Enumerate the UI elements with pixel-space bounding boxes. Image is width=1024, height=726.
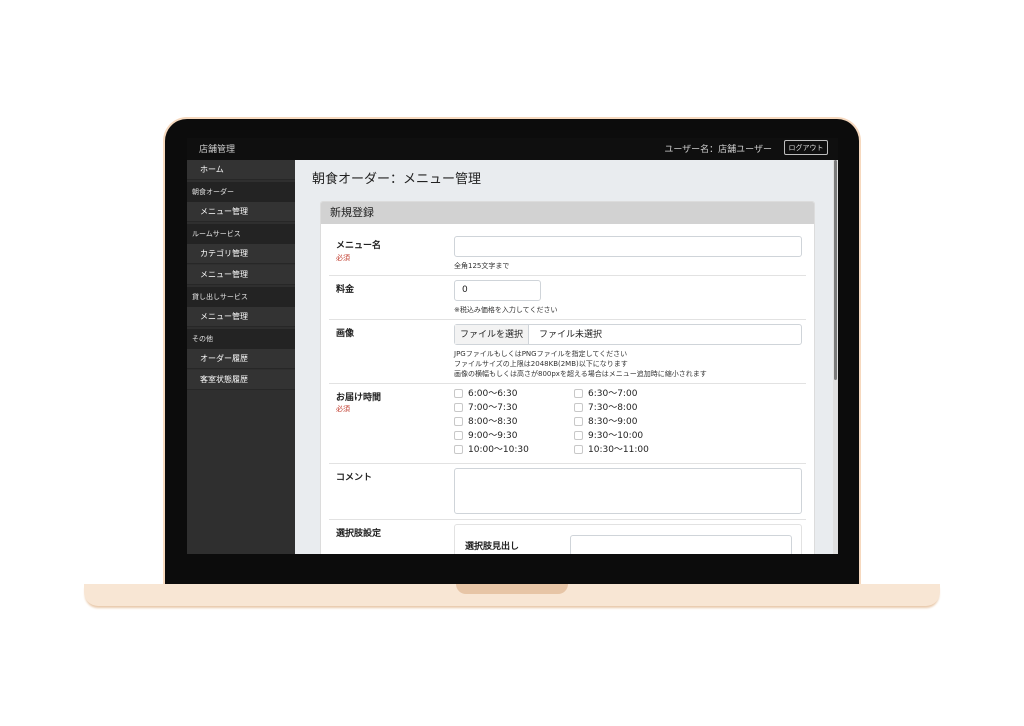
comment-textarea[interactable] [454,468,802,514]
checkbox-icon[interactable] [574,417,583,426]
menu-name-label: メニュー名 [336,241,382,251]
checkbox-icon[interactable] [454,431,463,440]
slot-checkbox[interactable]: 6:00〜6:30 [454,388,517,401]
option-heading-input[interactable] [570,535,792,554]
comment-label: コメント [336,473,373,483]
options-row: 選択肢設定 選択肢見出し [329,519,806,554]
sidebar-item-room-status-history[interactable]: 客室状態履歴 [187,370,295,390]
sidebar-item-breakfast-menu[interactable]: メニュー管理 [187,202,295,222]
price-input[interactable]: 0 [454,280,541,301]
required-badge: 必須 [336,405,350,413]
checkbox-icon[interactable] [574,445,583,454]
scrollbar-thumb[interactable] [834,160,837,380]
checkbox-icon[interactable] [574,431,583,440]
slot-checkbox[interactable]: 6:30〜7:00 [574,388,637,401]
image-row: 画像 ファイルを選択 ファイル未選択 JPGファイルもしくはPNGファイルを指定… [329,319,806,384]
slot-checkbox[interactable]: 10:00〜10:30 [454,444,529,457]
logout-button[interactable]: ログアウト [784,140,828,155]
menu-name-hint: 全角125文字まで [454,262,510,270]
price-label: 料金 [336,285,355,295]
price-hint: ※税込み価格を入力してください [454,306,558,314]
comment-row: コメント [329,463,806,520]
slot-checkbox[interactable]: 9:30〜10:00 [574,430,643,443]
image-hint-format: JPGファイルもしくはPNGファイルを指定してください [454,350,628,358]
slot-checkbox[interactable]: 9:00〜9:30 [454,430,517,443]
menu-name-row: メニュー名 必須 全角125文字まで [329,226,806,276]
sidebar-group-other: その他 [187,329,295,349]
sidebar-group-rental: 貸し出しサービス [187,287,295,307]
option-heading-label: 選択肢見出し [465,542,520,552]
page-title: 朝食オーダー：メニュー管理 [312,172,482,187]
sidebar-item-rental-menu[interactable]: メニュー管理 [187,307,295,327]
sidebar-item-order-history[interactable]: オーダー履歴 [187,349,295,369]
checkbox-icon[interactable] [574,389,583,398]
image-hint-resize: 画像の横幅もしくは高さが800pxを超える場合はメニュー追加時に縮小されます [454,370,707,378]
slot-checkbox[interactable]: 7:30〜8:00 [574,402,637,415]
screen: 店舗管理 ユーザー名：店舗ユーザー ログアウト ホーム 朝食オーダー メニュー管… [187,138,838,554]
slot-checkbox[interactable]: 8:30〜9:00 [574,416,637,429]
image-hint-size: ファイルサイズの上限は2048KB(2MB)以下になります [454,360,628,368]
delivery-time-label: お届け時間 [336,393,382,403]
card-title: 新規登録 [321,202,814,224]
user-name: ユーザー名：店舗ユーザー [664,145,772,155]
image-label: 画像 [336,329,355,339]
top-bar: 店舗管理 ユーザー名：店舗ユーザー ログアウト [187,138,838,160]
checkbox-icon[interactable] [454,417,463,426]
delivery-time-row: お届け時間 必須 6:00〜6:30 6:30〜7:00 7:00〜7:30 7… [329,383,806,464]
options-panel: 選択肢見出し [454,524,802,554]
file-input[interactable]: ファイルを選択 ファイル未選択 [454,324,802,345]
sidebar-group-room-service: ルームサービス [187,224,295,244]
sidebar-item-home[interactable]: ホーム [187,160,295,180]
price-row: 料金 0 ※税込み価格を入力してください [329,275,806,320]
new-registration-card: 新規登録 メニュー名 必須 全角125文字まで 料金 0 ※税込み価格を入力して… [320,201,815,554]
menu-name-input[interactable] [454,236,802,257]
laptop-notch [456,584,568,594]
checkbox-icon[interactable] [574,403,583,412]
checkbox-icon[interactable] [454,389,463,398]
sidebar-item-room-menu[interactable]: メニュー管理 [187,265,295,285]
main-content: 朝食オーダー：メニュー管理 新規登録 メニュー名 必須 全角125文字まで 料金… [295,160,838,554]
slot-checkbox[interactable]: 10:30〜11:00 [574,444,649,457]
sidebar: ホーム 朝食オーダー メニュー管理 ルームサービス カテゴリ管理 メニュー管理 … [187,160,295,554]
sidebar-item-room-category[interactable]: カテゴリ管理 [187,244,295,264]
options-label: 選択肢設定 [336,529,382,539]
checkbox-icon[interactable] [454,403,463,412]
sidebar-group-breakfast: 朝食オーダー [187,182,295,202]
choose-file-button[interactable]: ファイルを選択 [455,325,529,344]
required-badge: 必須 [336,254,350,262]
checkbox-icon[interactable] [454,445,463,454]
file-status: ファイル未選択 [539,330,603,340]
slot-checkbox[interactable]: 8:00〜8:30 [454,416,517,429]
store-title: 店舗管理 [199,145,236,155]
slot-checkbox[interactable]: 7:00〜7:30 [454,402,517,415]
